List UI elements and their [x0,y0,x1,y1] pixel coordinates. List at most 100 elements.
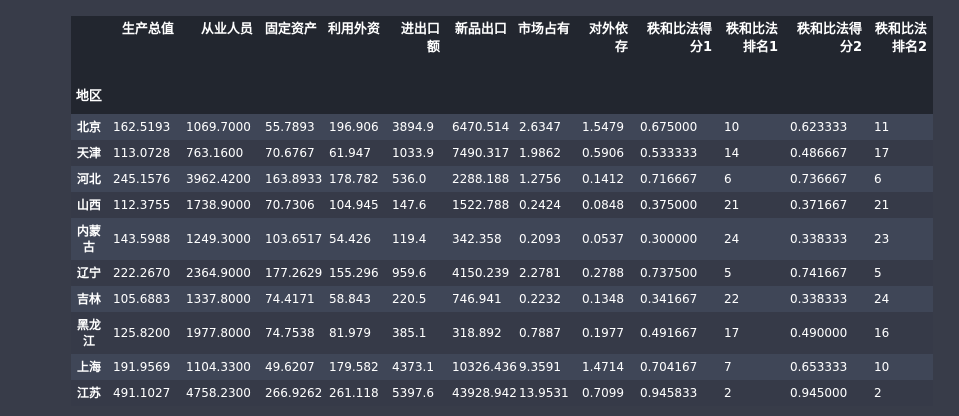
table-cell: 1522.788 [452,198,510,212]
table-cell: 70.6767 [265,146,315,160]
table-cell: 2.6347 [519,120,561,134]
table-cell: 2.2781 [519,266,561,280]
table-cell: 0.341667 [640,292,698,306]
table-cell: 0.375000 [640,198,698,212]
dataframe-table: 生产总值 从业人员 固定资产 利用外资 进出口额 新品出口 市场占有 对外依存 … [71,16,933,406]
table-cell: 143.5988 [113,232,171,246]
row-index-label: 天津 [76,146,101,160]
table-cell: 2 [874,386,882,400]
table-row: 天津 113.0728 763.1600 70.6767 61.947 1033.9 749… [71,140,933,166]
column-header: 秩和比法得分1 [646,22,712,55]
table-cell: 2364.9000 [186,266,251,280]
table-cell: 1.9862 [519,146,561,160]
table-cell: 1.4714 [582,360,624,374]
column-header: 秩和比法排名1 [725,22,778,55]
table-cell: 0.371667 [790,198,848,212]
row-index-label: 北京 [76,120,101,134]
table-cell: 959.6 [392,266,427,280]
table-cell: 23 [874,232,890,246]
table-cell: 0.7099 [582,386,624,400]
table-cell: 0.945000 [790,386,848,400]
index-corner-cell [71,16,107,71]
row-index-label: 辽宁 [76,266,101,280]
index-name-header: 地区 [75,89,102,104]
table-cell: 17 [874,146,890,160]
table-cell: 0.0537 [582,232,624,246]
table-cell: 385.1 [392,326,427,340]
table-cell: 3894.9 [392,120,434,134]
table-cell: 5 [724,266,732,280]
column-header: 对外依存 [588,22,628,55]
row-index-label: 上海 [76,360,101,374]
table-cell: 0.2424 [519,198,561,212]
table-cell: 266.9262 [265,386,323,400]
table-cell: 43928.942 [452,386,517,400]
row-index-label: 江苏 [76,386,101,400]
empty-header-cell [718,71,784,114]
index-name-row: 地区 [71,71,933,114]
table-cell: 0.491667 [640,326,698,340]
table-cell: 24 [724,232,740,246]
column-header: 进出口额 [400,22,440,55]
table-cell: 1337.8000 [186,292,251,306]
table-cell: 119.4 [392,232,427,246]
empty-header-cell [386,71,446,114]
column-header: 秩和比法排名2 [874,22,927,55]
table-cell: 155.296 [329,266,379,280]
table-cell: 1.2756 [519,172,561,186]
row-index-label: 河北 [76,172,101,186]
table-cell: 1069.7000 [186,120,251,134]
table-cell: 10 [724,120,740,134]
column-header: 生产总值 [121,22,174,37]
table-cell: 58.843 [329,292,371,306]
table-cell: 104.945 [329,198,379,212]
table-cell: 196.906 [329,120,379,134]
table-cell: 1.5479 [582,120,624,134]
table-cell: 177.2629 [265,266,323,280]
row-index-label: 山西 [76,198,101,212]
table-cell: 10326.436 [452,360,517,374]
table-cell: 163.8933 [265,172,323,186]
table-cell: 74.7538 [265,326,315,340]
column-header-row: 生产总值 从业人员 固定资产 利用外资 进出口额 新品出口 市场占有 对外依存 … [71,16,933,71]
table-cell: 0.533333 [640,146,698,160]
table-row: 上海 191.9569 1104.3300 49.6207 179.582 4373.1 1… [71,354,933,380]
table-cell: 61.947 [329,146,371,160]
table-cell: 746.941 [452,292,502,306]
table-row: 江苏 491.1027 4758.2300 266.9262 261.118 5397.6… [71,380,933,406]
table-cell: 1977.8000 [186,326,251,340]
table-cell: 179.582 [329,360,379,374]
table-row: 吉林 105.6883 1337.8000 74.4171 58.843 220.5 746… [71,286,933,312]
table-cell: 0.300000 [640,232,698,246]
table-row: 北京 162.5193 1069.7000 55.7893 196.906 3894.9 6… [71,114,933,140]
table-cell: 220.5 [392,292,427,306]
table-cell: 1033.9 [392,146,434,160]
empty-header-cell [784,71,868,114]
table-cell: 536.0 [392,172,427,186]
table-cell: 0.675000 [640,120,698,134]
table-cell: 0.7887 [519,326,561,340]
table-cell: 491.1027 [113,386,171,400]
table-cell: 1104.3300 [186,360,251,374]
table-cell: 21 [724,198,740,212]
table-cell: 5 [874,266,882,280]
empty-header-cell [576,71,634,114]
table-cell: 1249.3000 [186,232,251,246]
table-cell: 0.1412 [582,172,624,186]
table-cell: 113.0728 [113,146,171,160]
empty-header-cell [323,71,386,114]
table-cell: 74.4171 [265,292,315,306]
table-cell: 125.8200 [113,326,171,340]
empty-header-cell [259,71,323,114]
table-cell: 11 [874,120,890,134]
table-cell: 0.716667 [640,172,698,186]
table-cell: 16 [874,326,890,340]
table-cell: 0.623333 [790,120,848,134]
row-index-label: 内蒙古 [76,224,101,254]
dataframe-table-container: 生产总值 从业人员 固定资产 利用外资 进出口额 新品出口 市场占有 对外依存 … [71,16,933,416]
table-cell: 22 [724,292,740,306]
table-cell: 5397.6 [392,386,434,400]
table-cell: 0.945833 [640,386,698,400]
table-cell: 7490.317 [452,146,510,160]
table-cell: 0.2788 [582,266,624,280]
